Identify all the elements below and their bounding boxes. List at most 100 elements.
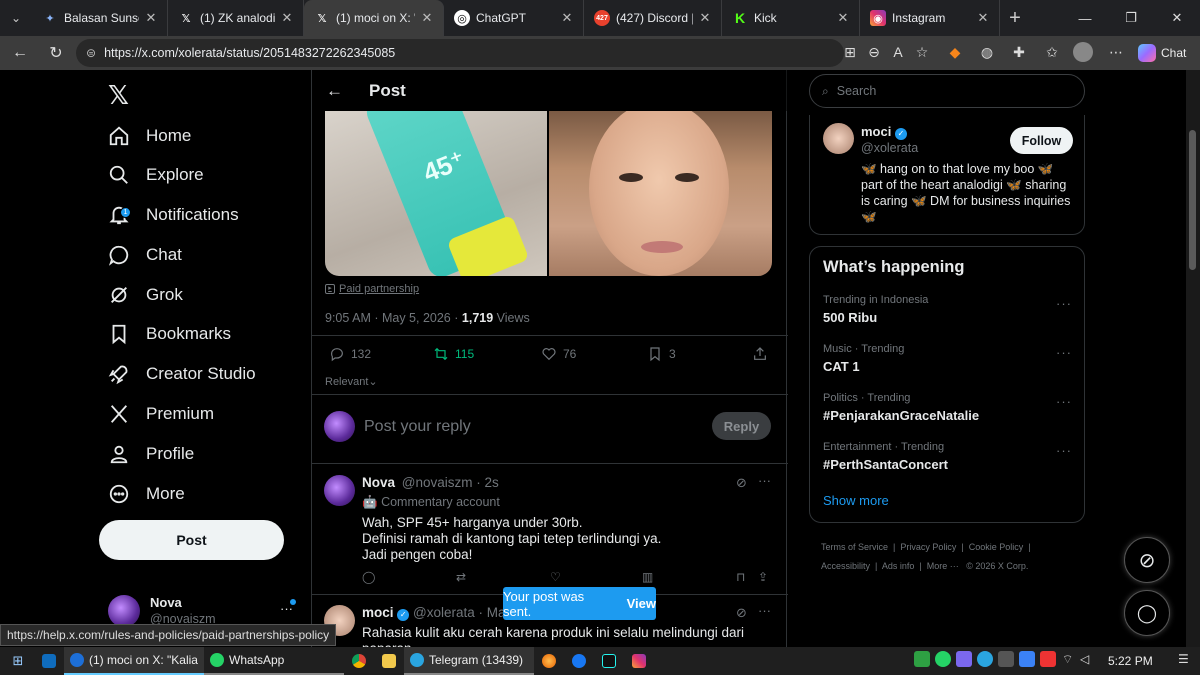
site-info-icon[interactable]: ⊜ — [86, 46, 96, 60]
grok-fab-button[interactable]: ⊘ — [1124, 537, 1170, 583]
new-tab-plus-icon[interactable]: + — [1000, 7, 1030, 30]
taskbar-app-telegram[interactable]: Telegram (13439) — [404, 647, 534, 675]
x-logo-icon[interactable]: 𝕏 — [108, 80, 129, 111]
selfie-image[interactable] — [549, 111, 772, 276]
copilot-chat-button[interactable]: Chat — [1138, 40, 1194, 66]
close-tab-icon[interactable]: ✕ — [143, 10, 159, 26]
close-tab-icon[interactable]: ✕ — [279, 10, 295, 26]
sidebar-item-grok[interactable]: Grok — [108, 277, 183, 313]
repost-icon[interactable]: ⇄ — [456, 570, 466, 584]
footer-link[interactable]: Accessibility — [821, 561, 870, 571]
taskbar-app-whatsapp[interactable]: WhatsApp — [204, 647, 344, 675]
trend-more-icon[interactable]: ··· — [1056, 394, 1072, 409]
minimize-icon[interactable]: — — [1062, 0, 1108, 36]
sidebar-item-home[interactable]: Home — [108, 118, 191, 154]
tweet-more-icon[interactable]: ··· — [758, 603, 771, 618]
grok-icon[interactable]: ⊘ — [736, 605, 747, 621]
profile-name[interactable]: moci — [861, 124, 891, 139]
search-input[interactable]: ⌕ Search — [809, 74, 1085, 108]
trend-item[interactable]: Politics · Trending #PenjarakanGraceNata… — [823, 392, 979, 423]
metamask-icon[interactable]: ◆ — [944, 41, 966, 63]
footer-link[interactable]: Cookie Policy — [969, 542, 1024, 552]
post-button[interactable]: Post — [99, 520, 284, 560]
tweet-more-icon[interactable]: ··· — [758, 473, 771, 488]
sidebar-item-chat[interactable]: Chat — [108, 237, 182, 273]
read-aloud-icon[interactable]: A — [887, 41, 909, 63]
trend-item[interactable]: Music · Trending CAT 1 — [823, 343, 904, 374]
facebook-icon[interactable] — [564, 647, 594, 675]
vpn-globe-icon[interactable]: ◍ — [976, 41, 998, 63]
notification-center-icon[interactable]: ☰ — [1178, 652, 1189, 666]
tab-zk-analodigi[interactable]: 𝕏 (1) ZK analodigi 🛍️ ✕ — [168, 0, 304, 36]
trend-more-icon[interactable]: ··· — [1056, 345, 1072, 360]
instagram-icon[interactable] — [624, 647, 654, 675]
views-icon[interactable]: ▥ — [642, 570, 653, 584]
sidebar-item-creator-studio[interactable]: Creator Studio — [108, 356, 256, 392]
like-action[interactable]: 76 — [541, 346, 576, 362]
sidebar-item-explore[interactable]: Explore — [108, 157, 204, 193]
zoom-icon[interactable]: ⊖ — [863, 41, 885, 63]
tab-moci-on-x[interactable]: 𝕏 (1) moci on X: "Kalia ✕ — [304, 0, 444, 36]
trend-item[interactable]: Entertainment · Trending #PerthSantaConc… — [823, 441, 948, 472]
author-name[interactable]: moci — [362, 605, 394, 620]
tray-app-icon[interactable] — [1040, 651, 1056, 667]
apps-icon[interactable]: ⊞ — [839, 41, 861, 63]
follow-button[interactable]: Follow — [1010, 127, 1073, 154]
sidebar-item-more[interactable]: More — [108, 476, 185, 512]
tab-balasan-sunscreen[interactable]: ✦ Balasan Sunscreen ✕ — [32, 0, 168, 36]
tray-whatsapp-icon[interactable] — [935, 651, 951, 667]
share-icon[interactable]: ⇪ — [758, 570, 768, 584]
volume-icon[interactable]: ◁ — [1080, 652, 1089, 666]
close-tab-icon[interactable]: ✕ — [835, 10, 851, 26]
taskbar-app-edge[interactable]: (1) moci on X: "Kalian... — [64, 647, 204, 675]
browser-menu-icon[interactable]: ⋯ — [1105, 41, 1127, 63]
sidebar-item-premium[interactable]: Premium — [108, 396, 214, 432]
profile-avatar-icon[interactable] — [1073, 42, 1093, 62]
firefox-icon[interactable] — [534, 647, 564, 675]
footer-link[interactable]: Terms of Service — [821, 542, 888, 552]
tray-app-icon[interactable] — [914, 651, 930, 667]
favorites-icon[interactable]: ✩ — [1041, 41, 1063, 63]
favorite-star-icon[interactable]: ☆ — [911, 41, 933, 63]
clock[interactable]: 5:22 PM — [1108, 654, 1153, 668]
tray-cloud-icon[interactable] — [1019, 651, 1035, 667]
outlook-icon[interactable] — [36, 647, 64, 675]
reply-icon[interactable]: ◯ — [362, 570, 375, 584]
trend-more-icon[interactable]: ··· — [1056, 443, 1072, 458]
close-tab-icon[interactable]: ✕ — [697, 10, 713, 26]
sort-replies-dropdown[interactable]: Relevant⌄ — [325, 375, 378, 388]
chrome-icon[interactable] — [344, 647, 374, 675]
avatar[interactable] — [823, 123, 854, 154]
tab-discord[interactable]: 427 (427) Discord | Frie ✕ — [584, 0, 722, 36]
sunscreen-product-image[interactable]: 45⁺ — [325, 111, 547, 276]
close-window-icon[interactable]: ✕ — [1154, 0, 1200, 36]
reply-action[interactable]: 132 — [329, 346, 371, 362]
reply-input[interactable]: Post your reply — [364, 418, 471, 436]
wifi-icon[interactable]: ⌔ — [1062, 652, 1073, 667]
refresh-icon[interactable]: ↻ — [42, 39, 70, 67]
repost-action[interactable]: 115 — [433, 346, 474, 362]
footer-link[interactable]: Privacy Policy — [900, 542, 956, 552]
close-tab-icon[interactable]: ✕ — [559, 10, 575, 26]
bookmark-icon[interactable]: ⊓ — [736, 570, 745, 584]
close-tab-icon[interactable]: ✕ — [419, 10, 435, 26]
toast-view-link[interactable]: View — [627, 596, 656, 611]
windows-start-icon[interactable]: ⊞ — [0, 647, 36, 675]
reply-button[interactable]: Reply — [712, 412, 771, 440]
post-media[interactable]: 45⁺ — [325, 111, 772, 276]
extensions-icon[interactable]: ✚ — [1008, 41, 1030, 63]
author-name[interactable]: Nova — [362, 475, 395, 490]
sidebar-item-bookmarks[interactable]: Bookmarks — [108, 316, 231, 352]
tray-telegram-icon[interactable] — [977, 651, 993, 667]
tab-kick[interactable]: K Kick ✕ — [722, 0, 860, 36]
tab-chatgpt[interactable]: ◎ ChatGPT ✕ — [444, 0, 584, 36]
chat-fab-button[interactable]: ◯ — [1124, 590, 1170, 636]
sidebar-item-profile[interactable]: Profile — [108, 436, 194, 472]
url-field[interactable]: ⊜ https://x.com/xolerata/status/20514832… — [76, 39, 844, 67]
tiktok-icon[interactable] — [594, 647, 624, 675]
tray-app-icon[interactable] — [956, 651, 972, 667]
share-action[interactable] — [752, 346, 774, 362]
trend-more-icon[interactable]: ··· — [1056, 296, 1072, 311]
heart-icon[interactable]: ♡ — [550, 570, 561, 584]
trend-item[interactable]: Trending in Indonesia 500 Ribu — [823, 294, 928, 325]
